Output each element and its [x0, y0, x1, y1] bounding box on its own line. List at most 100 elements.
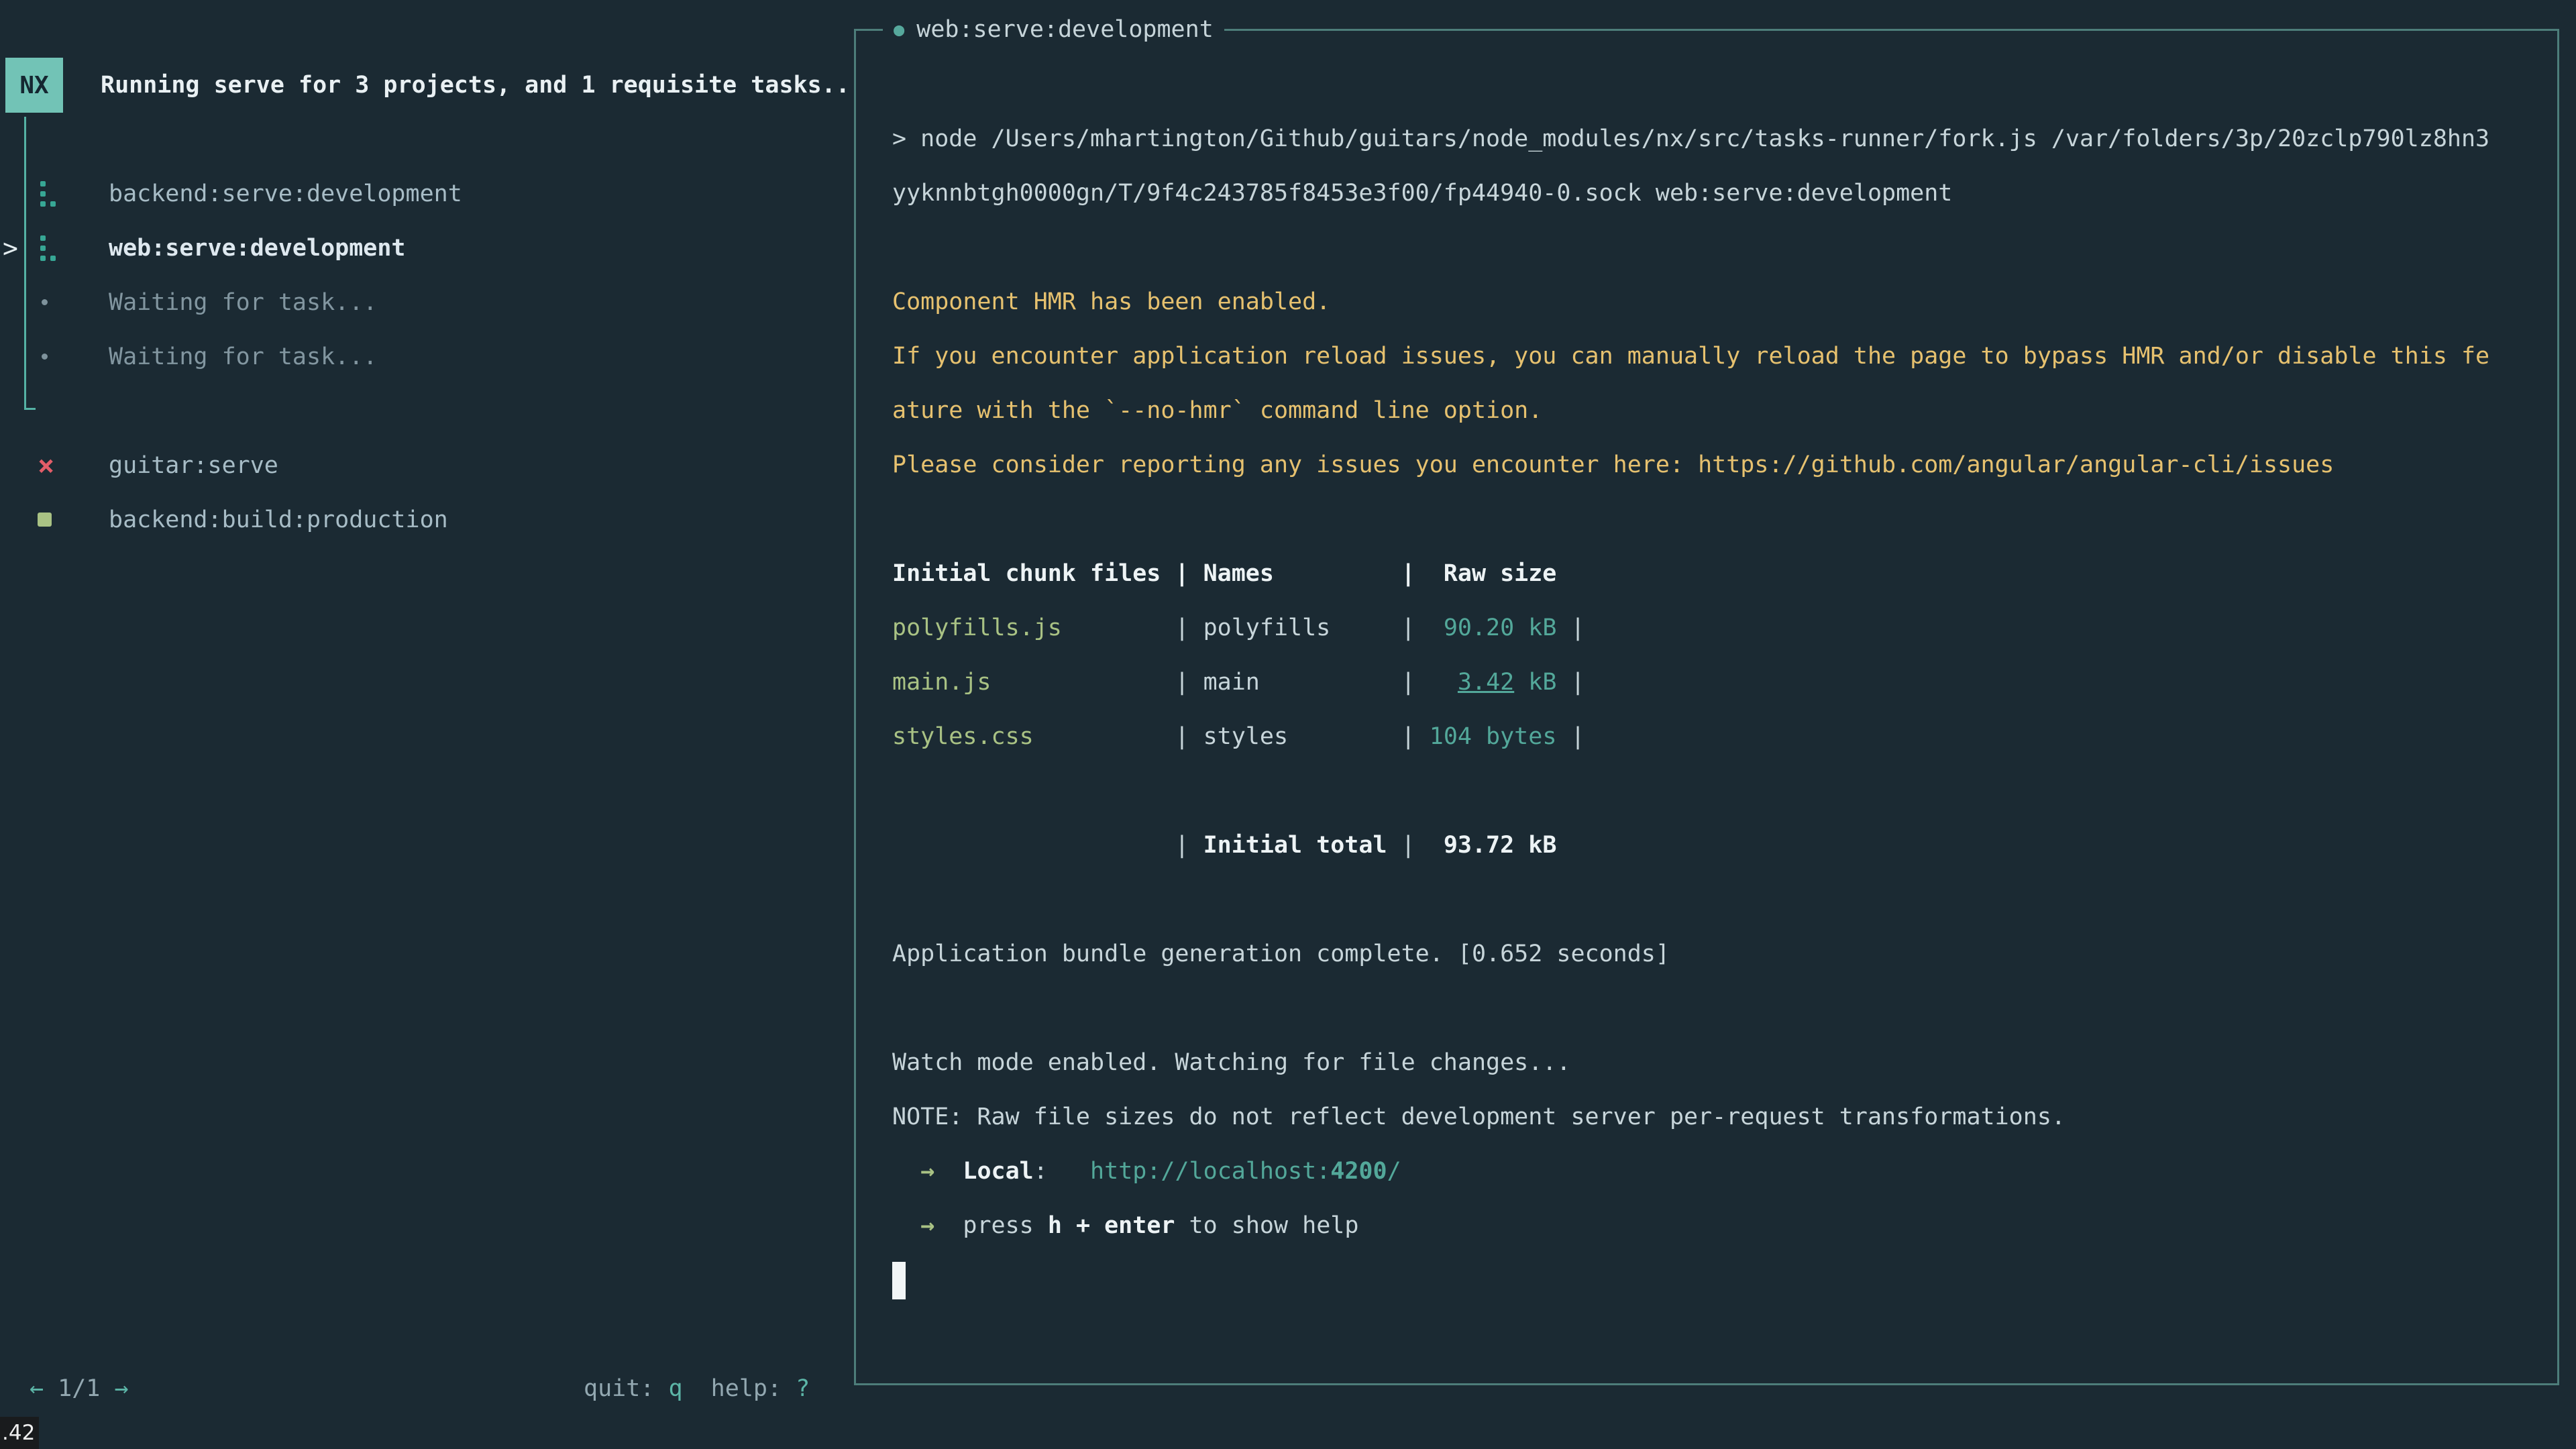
text-segment: [100, 1375, 114, 1402]
text-segment: |: [1062, 614, 1203, 641]
panel-title: ● web:serve:development: [883, 11, 1224, 48]
caret-slot: [0, 505, 32, 535]
spinner-icon: [40, 191, 46, 197]
pager-position: 1/1: [58, 1375, 100, 1402]
caret-slot: [0, 342, 32, 372]
task-row-web-serve-development[interactable]: > web:serve:development: [0, 221, 462, 275]
text-segment: 3.42: [1458, 669, 1514, 696]
waiting-dot-icon: [42, 354, 48, 360]
task-icon-slot: ×: [32, 451, 109, 480]
task-icon-slot: [32, 513, 109, 527]
terminal-line: > node /Users/mhartington/Github/guitars…: [892, 112, 2551, 166]
nx-logo-badge: NX: [5, 58, 63, 113]
pager-prev-icon[interactable]: ←: [30, 1375, 44, 1402]
text-segment: ature with the `--no-hmr` command line o…: [892, 397, 1542, 424]
text-segment: yyknnbtgh0000gn/T/9f4c243785f8453e3f00/f…: [892, 180, 1952, 207]
arrow-icon: →: [920, 1212, 934, 1239]
square-icon: [38, 513, 52, 527]
text-segment: Initial total: [1203, 832, 1387, 859]
local-url-slash[interactable]: /: [1387, 1158, 1401, 1185]
help-key: ?: [796, 1375, 810, 1402]
task-icon-slot: [32, 354, 109, 360]
text-segment: polyfills: [1203, 614, 1331, 641]
local-url[interactable]: http://localhost:: [1090, 1158, 1330, 1185]
text-segment: h + enter: [1048, 1212, 1175, 1239]
terminal-line: [892, 492, 2551, 547]
task-list-finished: × guitar:serve backend:build:production: [0, 438, 448, 547]
pager-next-icon[interactable]: →: [114, 1375, 128, 1402]
terminal-line: Component HMR has been enabled.: [892, 275, 2551, 329]
text-segment: |: [1556, 669, 1585, 696]
text-segment: If you encounter application reload issu…: [892, 343, 2489, 370]
terminal-line: Please consider reporting any issues you…: [892, 438, 2551, 492]
text-segment: to show help: [1175, 1212, 1358, 1239]
local-url-port[interactable]: 4200: [1330, 1158, 1387, 1185]
task-icon-slot: [32, 299, 109, 305]
overlay-badge: .42: [0, 1417, 39, 1449]
text-segment: |: [1288, 723, 1430, 750]
terminal-line: → press h + enter to show help: [892, 1199, 2551, 1253]
text-segment: styles: [1203, 723, 1288, 750]
terminal-input-line: [892, 1253, 2551, 1307]
text-segment: press: [963, 1212, 1047, 1239]
text-segment: Component HMR has been enabled.: [892, 288, 1330, 315]
terminal-line: NOTE: Raw file sizes do not reflect deve…: [892, 1090, 2551, 1144]
task-label: Waiting for task...: [109, 343, 377, 370]
task-row-waiting-for-task-[interactable]: Waiting for task...: [0, 329, 462, 384]
text-segment: [892, 1212, 920, 1239]
task-row-backend-serve-development[interactable]: backend:serve:development: [0, 166, 462, 221]
text-segment: Local: [963, 1158, 1033, 1185]
task-icon-slot: [32, 246, 109, 251]
task-row-backend-build-production[interactable]: backend:build:production: [0, 492, 448, 547]
terminal-line: main.js | main | 3.42 kB |: [892, 655, 2551, 710]
cross-icon: ×: [38, 451, 54, 480]
text-segment: [44, 1375, 58, 1402]
text-segment: |: [1556, 614, 1585, 641]
text-segment: Watch mode enabled. Watching for file ch…: [892, 1049, 1570, 1076]
terminal-line: [892, 221, 2551, 275]
terminal-line: If you encounter application reload issu…: [892, 329, 2551, 384]
text-segment: main: [1203, 669, 1260, 696]
task-row-waiting-for-task-[interactable]: Waiting for task...: [0, 275, 462, 329]
terminal-line: [892, 873, 2551, 927]
terminal-output: > node /Users/mhartington/Github/guitars…: [892, 112, 2551, 1307]
nx-terminal-screen: NX Running serve for 3 projects, and 1 r…: [0, 0, 2576, 1449]
quit-key: q: [668, 1375, 682, 1402]
text-segment: [934, 1212, 963, 1239]
text-segment: main.js: [892, 669, 991, 696]
text-segment: [1430, 669, 1458, 696]
text-segment: :: [1034, 1158, 1090, 1185]
terminal-line: Initial chunk files | Names | Raw size: [892, 547, 2551, 601]
caret-slot: [0, 288, 32, 317]
task-label: web:serve:development: [109, 235, 406, 262]
caret-slot: [0, 179, 32, 209]
text-segment: [934, 1158, 963, 1185]
text-segment: kB: [1514, 669, 1556, 696]
task-row-guitar-serve[interactable]: × guitar:serve: [0, 438, 448, 492]
text-segment: [892, 1158, 920, 1185]
task-label: backend:serve:development: [109, 180, 462, 207]
text-segment: |: [1260, 669, 1430, 696]
text-segment: [683, 1375, 711, 1402]
text-segment: styles.css: [892, 723, 1034, 750]
selected-task-caret: >: [0, 233, 32, 263]
text-segment: 104 bytes: [1430, 723, 1557, 750]
task-label: guitar:serve: [109, 452, 278, 479]
panel-title-text: web:serve:development: [916, 16, 1214, 43]
task-icon-slot: [32, 191, 109, 197]
text-segment: |: [1556, 723, 1585, 750]
terminal-line: ature with the `--no-hmr` command line o…: [892, 384, 2551, 438]
terminal-cursor: [892, 1262, 906, 1299]
text-segment: 90.20 kB: [1430, 614, 1557, 641]
terminal-line: Watch mode enabled. Watching for file ch…: [892, 1036, 2551, 1090]
quit-label: quit:: [584, 1375, 668, 1402]
status-dot-icon: ●: [894, 21, 904, 39]
spinner-icon: [40, 246, 46, 251]
terminal-line: [892, 764, 2551, 818]
terminal-line: polyfills.js | polyfills | 90.20 kB |: [892, 601, 2551, 655]
text-segment: NOTE: Raw file sizes do not reflect deve…: [892, 1104, 2065, 1130]
text-segment: |: [1330, 614, 1430, 641]
text-segment: Application bundle generation complete. …: [892, 941, 1670, 967]
app-title: Running serve for 3 projects, and 1 requ…: [101, 58, 850, 113]
task-list-running: backend:serve:development > web:serve:deve…: [0, 166, 462, 384]
